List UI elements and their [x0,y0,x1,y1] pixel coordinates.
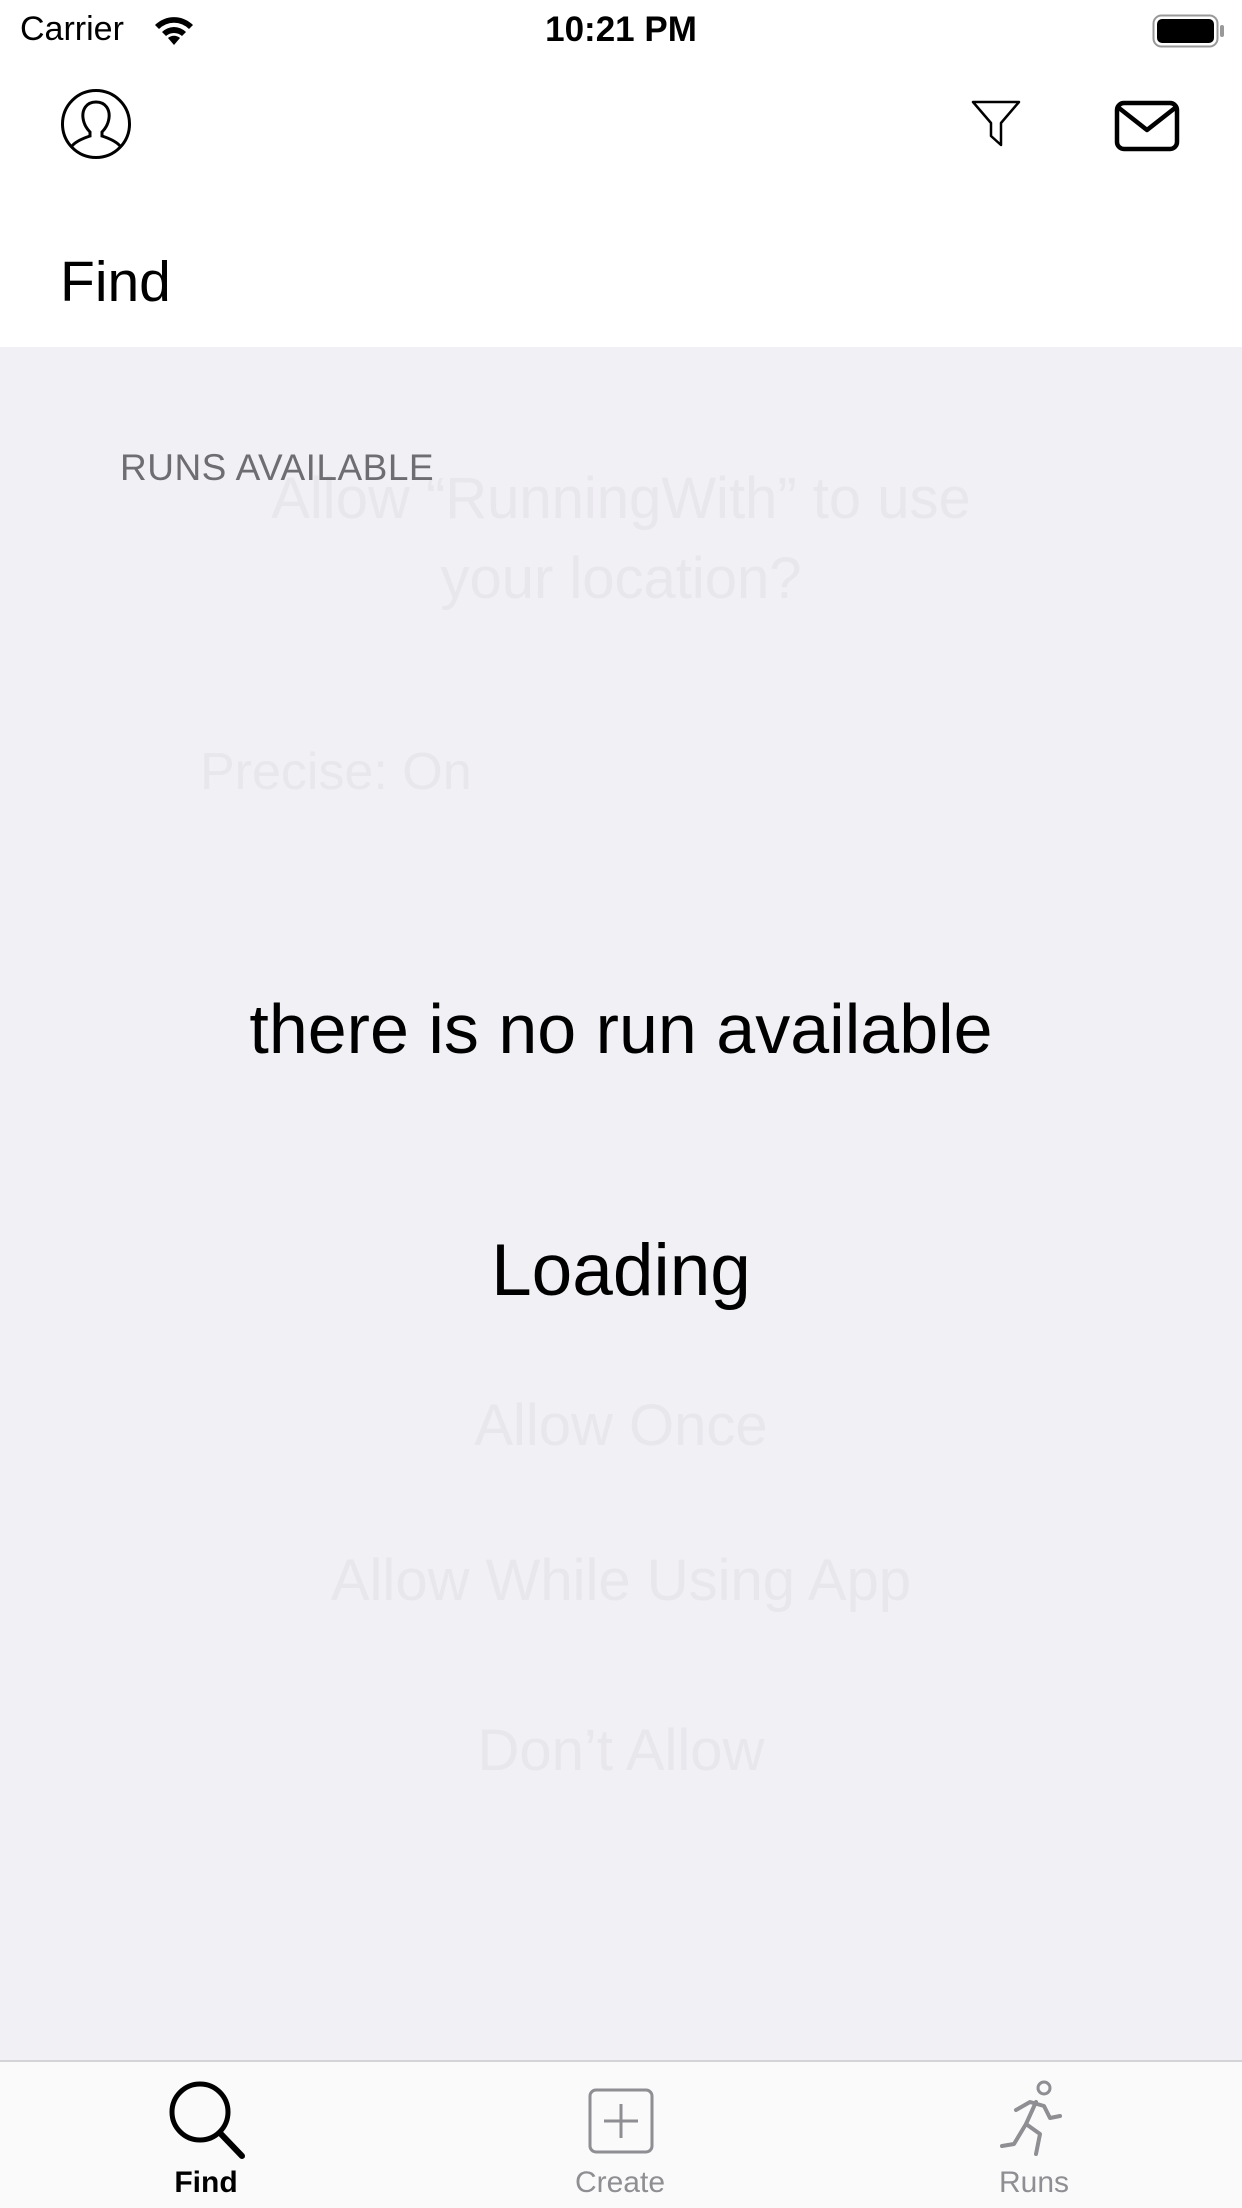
search-icon [169,2081,245,2159]
runs-list[interactable]: Allow “RunningWith” to use your location… [0,347,1242,2060]
loading-indicator-text: Loading [491,1230,751,1311]
tab-bar: Find Create Runs [0,2060,1242,2208]
ghost-alert-allow-once: Allow Once [474,1393,768,1458]
screen: Carrier 10:21 PM Find Allow “RunningWith… [0,0,1242,2208]
ghost-alert-precise: Precise: On [200,743,472,801]
tab-find[interactable]: Find [56,2062,356,2208]
ghost-alert-allow-while-using: Allow While Using App [330,1548,912,1613]
tab-runs-label: Runs [998,2166,1070,2199]
navigation-bar: Find [0,62,1242,347]
tab-runs[interactable]: Runs [884,2062,1184,2208]
empty-state-message: there is no run available [249,990,993,1068]
battery-icon [1152,14,1224,48]
page-title: Find [60,250,171,314]
plus-square-icon [588,2088,654,2154]
ghost-alert-title-line2: your location? [440,546,802,611]
section-header: RUNS AVAILABLE [120,447,435,488]
tab-create[interactable]: Create [470,2062,770,2208]
status-bar: Carrier 10:21 PM [0,0,1242,62]
tab-find-label: Find [174,2166,238,2199]
ghost-alert-dont-allow: Don’t Allow [477,1718,765,1783]
profile-icon[interactable] [60,88,132,160]
filter-icon[interactable] [970,98,1022,150]
status-time: 10:21 PM [545,10,697,49]
tab-create-label: Create [574,2166,666,2199]
mail-icon[interactable] [1114,100,1180,152]
runner-icon [1000,2080,1062,2156]
